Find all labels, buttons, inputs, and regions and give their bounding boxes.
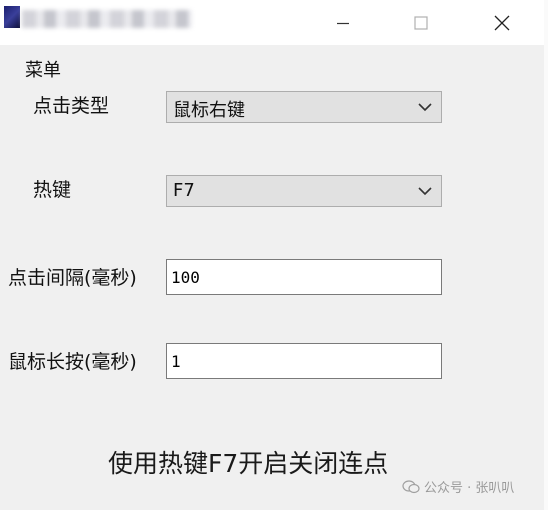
click-interval-input[interactable] [171, 264, 431, 290]
click-interval-label: 点击间隔(毫秒) [8, 267, 137, 289]
click-type-value: 鼠标右键 [173, 100, 245, 121]
chevron-down-icon [418, 103, 432, 112]
long-press-label: 鼠标长按(毫秒) [8, 351, 137, 373]
hotkey-hint-text: 使用热键F7开启关闭连点 [108, 449, 389, 478]
minimize-button[interactable] [320, 0, 366, 45]
hotkey-value: F7 [173, 180, 195, 201]
close-button[interactable] [479, 0, 525, 45]
long-press-field[interactable] [166, 343, 442, 379]
minimize-icon [337, 22, 349, 24]
click-type-label: 点击类型 [33, 95, 110, 117]
maximize-button[interactable] [398, 0, 444, 45]
long-press-input[interactable] [171, 348, 431, 374]
close-icon [494, 15, 510, 30]
hotkey-label: 热键 [33, 179, 72, 201]
maximize-icon [414, 15, 428, 30]
app-icon [4, 6, 20, 28]
window-edge [544, 0, 548, 510]
title-bar[interactable] [0, 0, 544, 45]
click-type-select[interactable]: 鼠标右键 [166, 91, 442, 123]
chevron-down-icon [418, 187, 432, 196]
window-title-blurred [22, 10, 192, 28]
hotkey-select[interactable]: F7 [166, 175, 442, 207]
click-interval-field[interactable] [166, 259, 442, 295]
menu-item[interactable]: 菜单 [25, 56, 61, 82]
wechat-icon [402, 479, 420, 493]
watermark-text: 公众号 · 张叭叭 [424, 481, 515, 496]
app-window: 菜单 点击类型 鼠标右键 热键 F7 点击间隔(毫秒) 鼠标长按(毫秒) 使用热… [0, 0, 545, 510]
watermark: 公众号 · 张叭叭 [402, 477, 514, 496]
